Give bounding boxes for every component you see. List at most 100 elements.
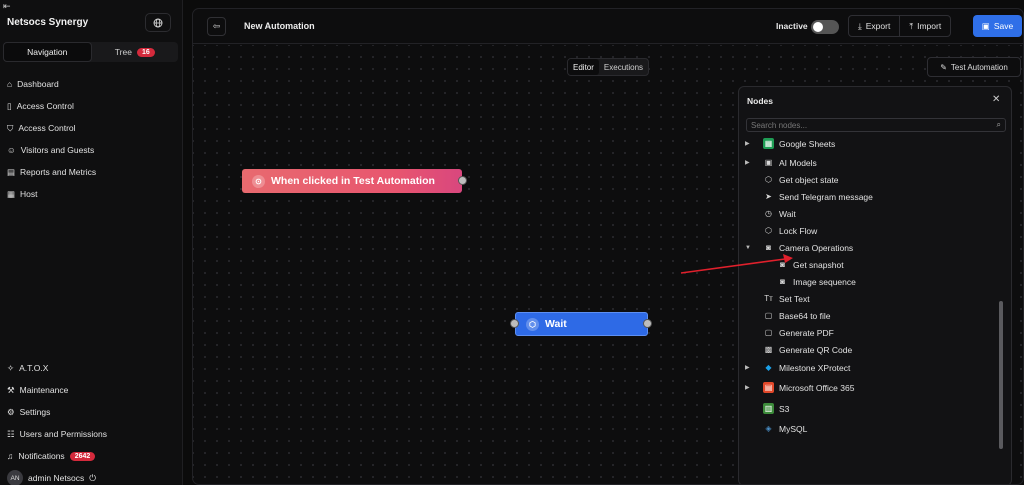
sidebar-item-host[interactable]: ▦ Host (0, 183, 183, 205)
node-label: MySQL (779, 423, 808, 434)
chevron-right-icon[interactable]: ▶ (745, 384, 750, 391)
sidebar-item-label: Notifications (18, 451, 65, 461)
list-item-google-sheets[interactable]: ▶ ▦ Google Sheets (745, 135, 836, 152)
sidebar-item-visitors[interactable]: ☺ Visitors and Guests (0, 139, 183, 161)
sidebar-item-label: Access Control (18, 123, 76, 133)
server-icon: ▦ (7, 188, 16, 199)
tree-count-badge: 16 (136, 47, 155, 57)
collapse-left-icon[interactable]: ⇤ (3, 1, 11, 12)
user-menu[interactable]: AN admin Netsocs ⏻ (0, 467, 183, 485)
list-item-s3[interactable]: ▥ S3 (763, 400, 789, 417)
close-icon[interactable]: ✕ (992, 94, 1000, 105)
sidebar-item-label: Reports and Metrics (20, 167, 97, 177)
node-label: Get object state (779, 174, 839, 185)
mouse-icon: ⊙ (252, 174, 265, 188)
export-label: Export (865, 21, 891, 31)
list-item-ai-models[interactable]: ▶ ▣ AI Models (745, 154, 817, 171)
node-label: Image sequence (793, 276, 856, 287)
sidebar-item-access-control-2[interactable]: ⛉ Access Control (0, 117, 183, 139)
trigger-node-label: When clicked in Test Automation (271, 175, 435, 187)
node-label: Wait (779, 208, 796, 219)
nodes-panel: Nodes ✕ Search nodes... ⌕ ▶ ▦ Google Sheets… (738, 86, 1012, 484)
text-icon: Tт (764, 294, 773, 303)
chevron-down-icon[interactable]: ▼ (745, 245, 751, 251)
door-icon: ▯ (7, 100, 12, 111)
export-button[interactable]: ⤓ Export (849, 16, 899, 36)
brand-name: Netsocs Synergy (7, 17, 89, 28)
node-label: S3 (779, 403, 790, 414)
clock-icon: ◷ (765, 209, 772, 218)
list-item-send-telegram[interactable]: ➤ Send Telegram message (763, 188, 873, 205)
list-item-get-snapshot[interactable]: ◙ Get snapshot (777, 256, 843, 273)
box-icon: ▣ (764, 158, 773, 167)
tab-editor[interactable]: Editor (568, 59, 599, 75)
sidebar-item-reports[interactable]: ▤ Reports and Metrics (0, 161, 183, 183)
search-input[interactable]: Search nodes... ⌕ (746, 118, 1006, 132)
node-label: Camera Operations (779, 242, 854, 253)
list-item-image-sequence[interactable]: ◙ Image sequence (777, 273, 856, 290)
chevron-right-icon[interactable]: ▶ (745, 140, 750, 147)
gear-icon: ⚙ (7, 406, 15, 417)
list-item-wait[interactable]: ◷ Wait (763, 205, 796, 222)
wrench-icon: ⚒ (7, 384, 15, 395)
sidebar-item-users[interactable]: ☷ Users and Permissions (0, 423, 183, 445)
chevron-right-icon[interactable]: ▶ (745, 364, 750, 371)
sidebar: ⇤ Netsocs Synergy Navigation Tree 16 ⌂ Das… (0, 0, 183, 485)
list-item-milestone[interactable]: ▶ ◆ Milestone XProtect (745, 359, 850, 376)
list-item-generate-qr[interactable]: ▩ Generate QR Code (763, 341, 853, 358)
camera-icon: ◙ (766, 243, 771, 252)
active-toggle[interactable] (811, 20, 839, 34)
list-item-mysql[interactable]: ◈ MySQL (763, 420, 807, 437)
power-icon[interactable]: ⏻ (89, 473, 96, 484)
test-automation-button[interactable]: ✎ Test Automation (927, 57, 1021, 77)
cube-icon: ⬡ (765, 226, 772, 235)
users-icon: ☷ (7, 428, 15, 439)
tab-tree-label: Tree (114, 47, 132, 57)
node-label: Google Sheets (779, 138, 836, 149)
back-button[interactable]: ⇦ (207, 17, 226, 36)
globe-button[interactable] (145, 13, 171, 32)
import-button[interactable]: ⤒ Import (899, 16, 950, 36)
list-item-set-text[interactable]: Tт Set Text (763, 290, 809, 307)
tab-executions[interactable]: Executions (599, 59, 648, 75)
sidebar-item-notifications[interactable]: ♫ Notifications 2642 (0, 445, 183, 467)
tab-navigation[interactable]: Navigation (3, 42, 92, 62)
panel-scrollbar[interactable] (999, 301, 1003, 449)
wait-input-handle[interactable] (510, 319, 519, 328)
list-item-office-365[interactable]: ▶ ▤ Microsoft Office 365 (745, 379, 855, 396)
save-icon: ▣ (981, 20, 990, 31)
sidebar-item-label: A.T.O.X (19, 363, 49, 373)
sidebar-item-dashboard[interactable]: ⌂ Dashboard (0, 73, 183, 95)
sidebar-item-atox[interactable]: ✧ A.T.O.X (0, 357, 183, 379)
trigger-node[interactable]: ⊙ When clicked in Test Automation (242, 169, 462, 193)
save-button[interactable]: ▣ Save (973, 15, 1022, 37)
list-item-lock-flow[interactable]: ⬡ Lock Flow (763, 222, 817, 239)
trigger-output-handle[interactable] (458, 176, 467, 185)
sidebar-item-maintenance[interactable]: ⚒ Maintenance (0, 379, 183, 401)
s3-logo-icon: ▥ (763, 403, 774, 414)
wait-output-handle[interactable] (643, 319, 652, 328)
chevron-right-icon[interactable]: ▶ (745, 159, 750, 166)
list-item-generate-pdf[interactable]: ▢ Generate PDF (763, 324, 834, 341)
search-icon: ⌕ (996, 120, 1001, 129)
milestone-logo-icon: ◆ (765, 363, 772, 372)
list-item-get-object-state[interactable]: ⬡ Get object state (763, 171, 839, 188)
chart-icon: ▤ (7, 166, 16, 177)
list-item-base64-to-file[interactable]: ▢ Base64 to file (763, 307, 831, 324)
sidebar-item-settings[interactable]: ⚙ Settings (0, 401, 183, 423)
node-label: AI Models (779, 157, 817, 168)
notifications-badge: 2642 (69, 451, 96, 461)
download-icon: ⤓ (858, 20, 862, 31)
status-label: Inactive (776, 21, 808, 31)
tab-tree[interactable]: Tree 16 (92, 42, 179, 62)
node-label: Microsoft Office 365 (779, 382, 855, 393)
list-item-camera-operations[interactable]: ▼ ◙ Camera Operations (745, 239, 854, 256)
sidebar-item-access-control[interactable]: ▯ Access Control (0, 95, 183, 117)
file-icon: ▢ (764, 328, 773, 337)
wait-node[interactable]: ⬡ Wait (515, 312, 648, 336)
page-title: New Automation (244, 21, 315, 31)
qr-icon: ▩ (764, 345, 773, 354)
bell-icon: ♫ (7, 451, 14, 461)
sidebar-item-label: Host (20, 189, 38, 199)
wait-node-label: Wait (545, 318, 567, 330)
